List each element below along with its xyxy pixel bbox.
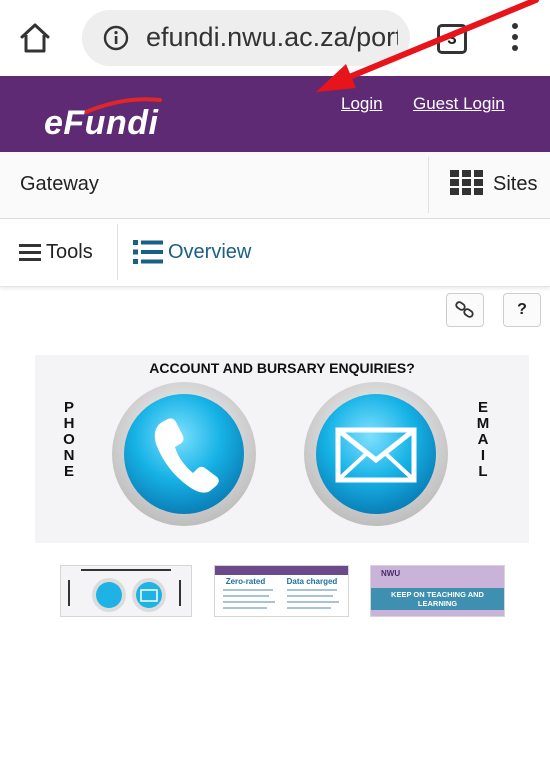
email-vertical-text: E M A I L (476, 399, 490, 480)
thumbnail-enquiries[interactable] (60, 565, 192, 617)
divider (117, 224, 118, 280)
phone-icon (112, 382, 256, 526)
email-icon (304, 382, 448, 526)
thumbnail-teaching[interactable]: NWU KEEP ON TEACHING AND LEARNING (370, 565, 505, 617)
thumbnail-data-charges[interactable]: Zero-rated Data charged (214, 565, 349, 617)
home-icon[interactable] (18, 22, 52, 54)
data-charged-heading: Data charged (286, 577, 338, 586)
link-button[interactable] (446, 293, 484, 327)
tools-button[interactable]: Tools (46, 241, 93, 264)
annotation-arrow (316, 0, 539, 92)
banner-graphics (112, 382, 448, 526)
thumbnail-lines (223, 589, 339, 609)
help-button[interactable]: ? (503, 293, 541, 327)
thumbnail-header-strip (215, 566, 348, 575)
divider (428, 157, 429, 213)
info-icon[interactable] (103, 25, 129, 51)
link-icon (455, 301, 474, 318)
overview-tab[interactable]: Overview (168, 241, 251, 264)
thumbnail-caption: KEEP ON TEACHING AND LEARNING (371, 588, 504, 610)
thumbnail-headings: Zero-rated Data charged (215, 577, 348, 586)
menu-icon[interactable] (19, 244, 41, 261)
banner-title: ACCOUNT AND BURSARY ENQUIRIES? (149, 360, 415, 376)
phone-vertical-text: P H O N E (63, 399, 75, 480)
gateway-label[interactable]: Gateway (20, 173, 99, 196)
list-icon[interactable] (133, 240, 163, 264)
efundi-logo[interactable]: eFundi (44, 104, 158, 143)
zero-rated-heading: Zero-rated (225, 577, 266, 586)
thumbnail-enquiries-graphic (68, 569, 181, 612)
sites-button[interactable]: Sites (493, 173, 537, 196)
nwu-brand: NWU (381, 569, 401, 578)
sites-grid-icon[interactable] (450, 170, 484, 196)
